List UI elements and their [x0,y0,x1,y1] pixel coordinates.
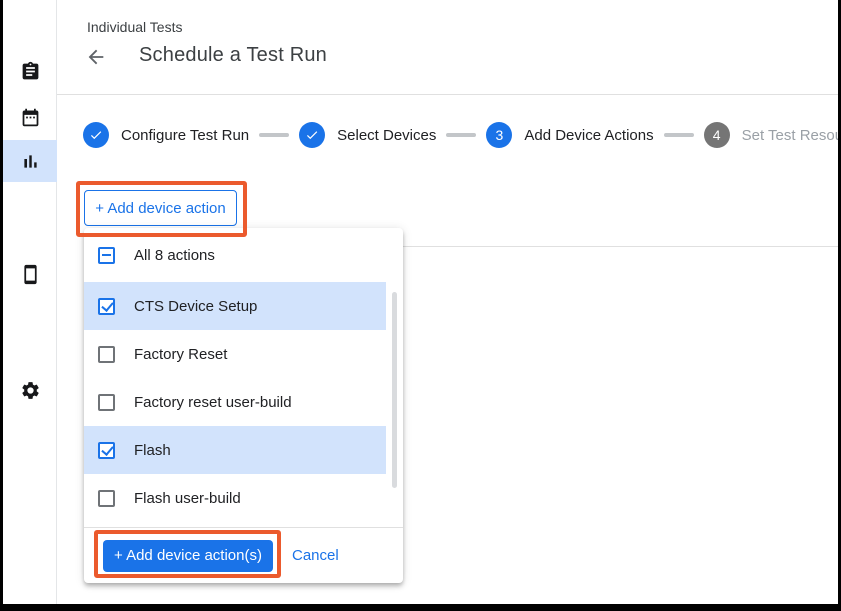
step-configure-test-run[interactable]: Configure Test Run [83,122,249,148]
smartphone-icon [20,264,41,285]
sidebar-item-test-suites[interactable] [3,50,57,92]
sidebar-item-settings[interactable] [3,369,57,411]
list-item-label: Factory Reset [134,346,227,363]
step-select-devices[interactable]: Select Devices [299,122,436,148]
header-divider [57,94,838,95]
checkbox[interactable] [98,490,115,507]
checkbox[interactable] [98,298,115,315]
select-all-row[interactable]: All 8 actions [84,237,403,273]
arrow-back-icon [85,46,107,68]
add-device-action-button[interactable]: + Add device action [84,190,237,226]
list-item-factory-reset[interactable]: Factory Reset [84,330,386,378]
stepper: Configure Test Run Select Devices 3 Add … [83,122,841,148]
add-device-action-menu: All 8 actions CTS Device Setup Factory R… [84,228,403,583]
step-connector [664,133,694,137]
step-connector [259,133,289,137]
step-add-device-actions[interactable]: 3 Add Device Actions [486,122,653,148]
list-item-label: Flash user-build [134,490,241,507]
sidebar-item-test-results[interactable] [3,140,57,182]
list-item-cts-device-setup[interactable]: CTS Device Setup [84,282,386,330]
step-number: 4 [704,122,730,148]
cancel-link[interactable]: Cancel [292,547,339,564]
checkbox[interactable] [98,442,115,459]
settings-gear-icon [20,380,41,401]
back-arrow-button[interactable] [85,46,107,68]
list-item-label: Flash [134,442,171,459]
step-check-icon [299,122,325,148]
list-item-flash[interactable]: Flash [84,426,386,474]
step-check-icon [83,122,109,148]
list-item-label: CTS Device Setup [134,298,257,315]
scrollbar-thumb[interactable] [392,292,397,488]
breadcrumb: Individual Tests [87,19,182,35]
app-window: Individual Tests Schedule a Test Run Con… [0,0,841,611]
select-all-label: All 8 actions [134,247,215,264]
menu-footer: + Add device action(s) Cancel [84,527,403,583]
list-item-factory-reset-user-build[interactable]: Factory reset user-build [84,378,386,426]
step-label: Configure Test Run [121,127,249,144]
checkbox[interactable] [98,394,115,411]
screenshot-border [0,604,841,611]
step-number: 3 [486,122,512,148]
assignment-icon [20,61,41,82]
sidebar-item-test-plans[interactable] [3,96,57,138]
checkbox[interactable] [98,346,115,363]
calendar-icon [20,107,41,128]
page-title: Schedule a Test Run [139,44,327,67]
step-label: Select Devices [337,127,436,144]
screenshot-border [0,0,3,611]
list-item-flash-user-build[interactable]: Flash user-build [84,474,386,522]
bar-chart-icon [20,151,41,172]
step-connector [446,133,476,137]
add-device-actions-submit-button[interactable]: + Add device action(s) [103,540,273,572]
sidebar [3,0,57,604]
step-set-test-resources[interactable]: 4 Set Test Resources [704,122,841,148]
list-item-label: Factory reset user-build [134,394,292,411]
select-all-checkbox[interactable] [98,247,115,264]
device-action-list: CTS Device Setup Factory Reset Factory r… [84,282,403,522]
step-label: Add Device Actions [524,127,653,144]
sidebar-item-devices[interactable] [3,253,57,295]
step-label: Set Test Resources [742,127,841,144]
